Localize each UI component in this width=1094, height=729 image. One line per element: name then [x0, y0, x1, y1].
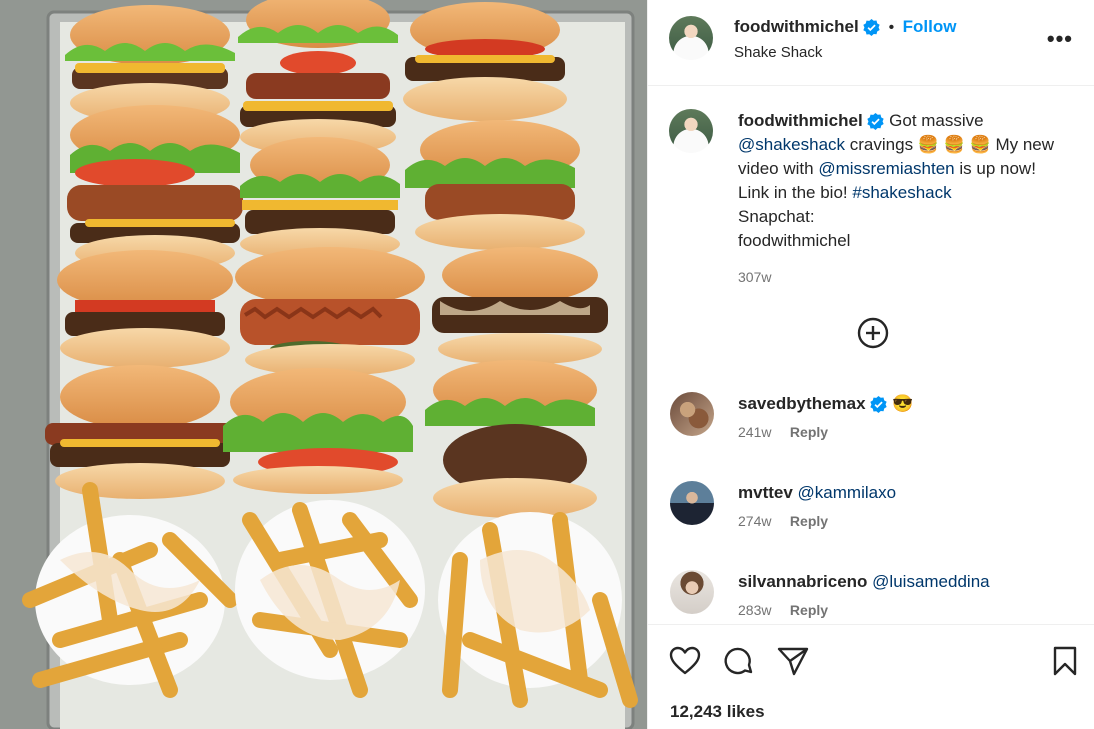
caption-username[interactable]: foodwithmichel — [738, 111, 863, 130]
comment-username[interactable]: mvttev — [738, 483, 793, 502]
post-actions-bar: 12,243 likes — [648, 624, 1094, 729]
verified-badge-icon — [863, 19, 880, 37]
more-options-icon[interactable]: ••• — [1047, 26, 1073, 52]
post-caption: foodwithmichel Got massive @shakeshack c… — [738, 109, 1068, 289]
commenter-avatar[interactable] — [670, 392, 714, 436]
post-sidebar: foodwithmichel • Follow Shake Shack ••• … — [647, 0, 1094, 729]
comment-meta: 241w Reply — [738, 424, 828, 442]
comment-mention[interactable]: @kammilaxo — [798, 483, 897, 502]
reply-button[interactable]: Reply — [790, 602, 828, 618]
caption-text-1: Got massive — [889, 111, 984, 130]
instagram-post-modal: foodwithmichel • Follow Shake Shack ••• … — [0, 0, 1094, 729]
author-avatar[interactable] — [669, 16, 713, 60]
comment-timestamp[interactable]: 283w — [738, 602, 771, 618]
author-line: foodwithmichel • Follow — [734, 17, 956, 37]
comment-body: 😎 — [892, 394, 914, 413]
plus-circle-icon[interactable] — [857, 317, 889, 349]
verified-badge-icon — [867, 113, 885, 131]
comment-username[interactable]: savedbythemax — [738, 394, 866, 413]
reply-button[interactable]: Reply — [790, 513, 828, 529]
comment-text-line: savedbythemax 😎 — [738, 392, 913, 416]
comment-timestamp[interactable]: 274w — [738, 513, 771, 529]
post-location[interactable]: Shake Shack — [734, 44, 822, 61]
caption-snapchat-handle: foodwithmichel — [738, 231, 851, 250]
caption-hashtag[interactable]: #shakeshack — [852, 183, 951, 202]
send-paper-plane-icon[interactable] — [777, 646, 809, 676]
caption-avatar[interactable] — [669, 109, 713, 153]
header-separator: • — [888, 19, 895, 36]
post-photo[interactable] — [0, 0, 647, 729]
caption-snapchat-label: Snapchat: — [738, 207, 815, 226]
bookmark-icon[interactable] — [1052, 646, 1078, 676]
caption-mention-missremiashten[interactable]: @missremiashten — [818, 159, 954, 178]
comment-text-line: mvttev @kammilaxo — [738, 481, 896, 505]
comment-username[interactable]: silvannabriceno — [738, 572, 867, 591]
comment-bubble-icon[interactable] — [723, 646, 755, 678]
caption-timestamp[interactable]: 307w — [738, 265, 1068, 289]
comment-meta: 274w Reply — [738, 513, 828, 531]
comment-mention[interactable]: @luisameddina — [872, 572, 989, 591]
comment-meta: 283w Reply — [738, 602, 828, 620]
comments-scroll-area[interactable]: foodwithmichel Got massive @shakeshack c… — [648, 87, 1094, 624]
reply-button[interactable]: Reply — [790, 424, 828, 440]
follow-button[interactable]: Follow — [903, 17, 957, 36]
comment-text-line: silvannabriceno @luisameddina — [738, 570, 990, 594]
caption-mention-shakeshack[interactable]: @shakeshack — [738, 135, 845, 154]
heart-icon[interactable] — [669, 646, 701, 676]
author-username[interactable]: foodwithmichel — [734, 17, 859, 36]
post-header: foodwithmichel • Follow Shake Shack ••• — [648, 0, 1094, 86]
like-count[interactable]: 12,243 likes — [670, 702, 765, 722]
comment-timestamp[interactable]: 241w — [738, 424, 771, 440]
commenter-avatar[interactable] — [670, 481, 714, 525]
burgers-and-fries-image — [0, 0, 647, 729]
commenter-avatar[interactable] — [670, 570, 714, 614]
verified-badge-icon — [870, 396, 887, 414]
